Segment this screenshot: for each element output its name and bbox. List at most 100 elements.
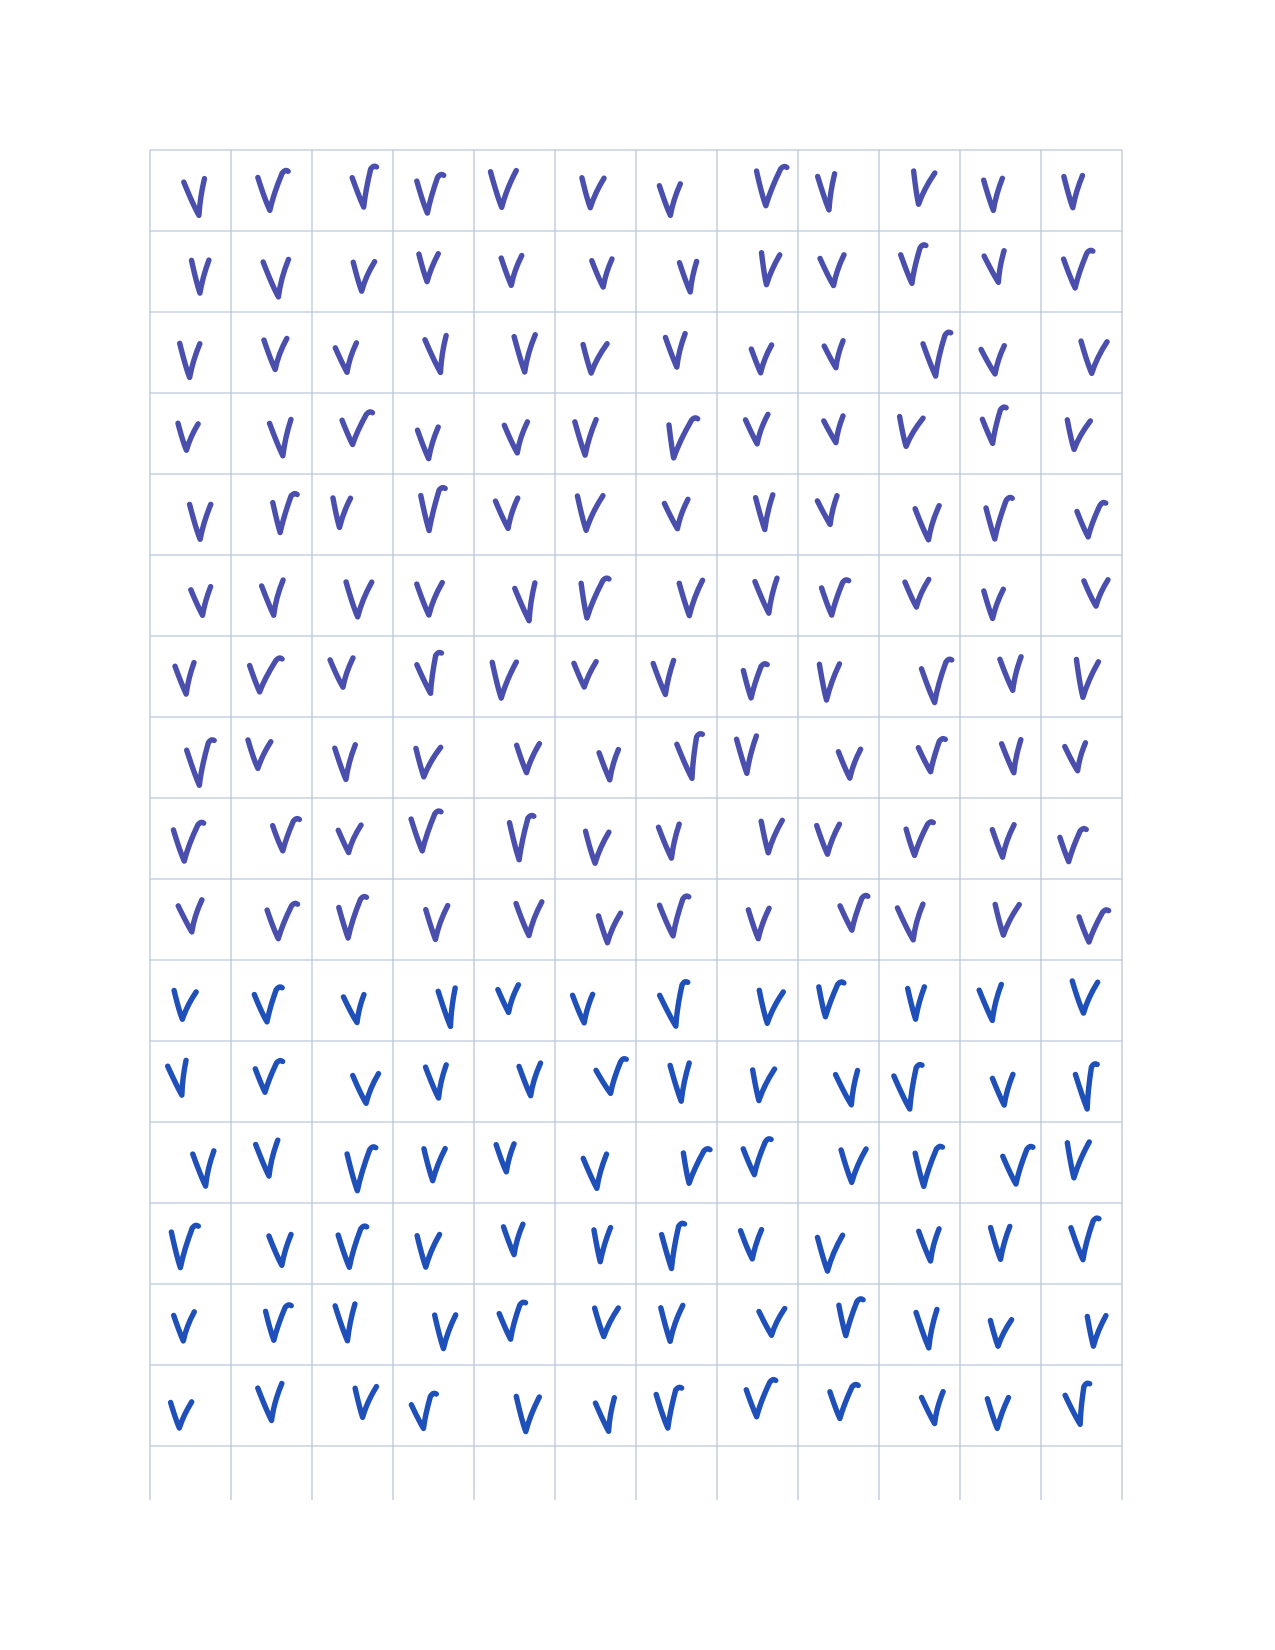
check-mark-icon [666, 415, 701, 461]
check-mark-icon [816, 661, 843, 703]
check-mark-icon [489, 659, 520, 701]
check-mark-icon [270, 490, 300, 536]
check-mark-icon [569, 991, 596, 1026]
check-mark-icon [742, 411, 771, 447]
check-mark-icon [837, 892, 871, 933]
check-mark-icon [817, 252, 847, 289]
check-mark-icon [264, 900, 301, 942]
check-mark-icon [676, 258, 700, 295]
check-mark-icon [737, 1226, 765, 1262]
check-mark-icon [912, 502, 942, 543]
check-mark-icon [656, 979, 691, 1029]
check-mark-icon [596, 746, 622, 783]
check-mark-icon [1076, 907, 1112, 945]
check-mark-icon [332, 742, 359, 783]
check-mark-icon [422, 1062, 449, 1101]
check-mark-icon [989, 822, 1017, 860]
check-mark-icon [983, 494, 1015, 542]
check-mark-icon [352, 1383, 380, 1421]
check-mark-icon [516, 1060, 544, 1099]
check-mark-icon [756, 1305, 788, 1338]
check-mark-icon [258, 577, 286, 618]
check-mark-icon [813, 821, 843, 857]
check-mark-icon [498, 252, 525, 289]
check-mark-icon [653, 1384, 685, 1431]
check-mark-icon [733, 733, 760, 777]
check-mark-icon [896, 413, 926, 450]
check-mark-icon [902, 576, 932, 610]
check-mark-icon [332, 340, 360, 376]
check-mark-icon [650, 657, 677, 698]
check-mark-icon [188, 583, 214, 619]
check-mark-icon [987, 1223, 1013, 1263]
check-mark-icon [748, 342, 775, 376]
check-mark-icon [435, 985, 458, 1030]
check-mark-icon [175, 420, 201, 453]
check-mark-icon [493, 1141, 517, 1175]
check-mark-icon [916, 1226, 942, 1264]
check-mark-icon [979, 404, 1009, 447]
check-mark-icon [1073, 656, 1102, 701]
check-mark-icon [591, 1224, 614, 1265]
check-mark-icon [592, 1394, 618, 1434]
check-mark-icon [255, 167, 291, 213]
check-mark-icon [997, 654, 1024, 693]
check-mark-icon [920, 329, 954, 379]
check-mark-icon [408, 1390, 439, 1432]
check-mark-icon [981, 586, 1007, 622]
check-mark-icon [749, 1066, 778, 1104]
check-mark-icon [676, 577, 706, 619]
check-mark-icon [894, 901, 926, 943]
check-mark-icon [246, 655, 285, 695]
check-mark-icon [836, 1296, 866, 1339]
check-mark-icon [1062, 1380, 1093, 1428]
check-mark-icon [910, 168, 938, 207]
check-mark-icon [186, 501, 214, 543]
check-mark-icon [579, 175, 607, 211]
check-mark-icon [658, 1220, 688, 1272]
check-mark-icon [918, 656, 955, 706]
check-mark-icon [574, 492, 606, 534]
check-mark-icon [1081, 577, 1111, 609]
check-mark-icon [255, 1380, 285, 1424]
check-mark-icon [252, 1057, 286, 1095]
check-mark-icon [589, 256, 615, 290]
check-mark-icon [1084, 1312, 1109, 1349]
check-mark-icon [171, 987, 199, 1022]
check-mark-icon [167, 1399, 195, 1431]
check-mark-icon [164, 1057, 189, 1098]
check-mark-icon [980, 175, 1006, 214]
check-mark-icon [414, 1231, 443, 1270]
check-mark-icon [978, 342, 1007, 377]
check-mark-icon [414, 424, 441, 462]
check-mark-icon [513, 740, 543, 776]
check-mark-icon [1074, 499, 1109, 540]
check-mark-icon [838, 1146, 869, 1186]
check-mark-icon [349, 163, 380, 210]
check-mark-icon [752, 492, 776, 533]
check-mark-icon [418, 485, 448, 534]
check-mark-icon [913, 1306, 940, 1351]
check-mark-icon [740, 661, 770, 701]
check-mark-icon [408, 808, 444, 854]
check-mark-icon [340, 991, 367, 1026]
check-mark-icon [976, 981, 1004, 1024]
check-mark-grid [149, 149, 1123, 1500]
check-mark-icon [582, 828, 612, 866]
check-mark-icon [511, 332, 538, 375]
check-mark-icon [339, 409, 376, 448]
check-mark-icon [336, 893, 370, 941]
check-mark-icon [1078, 338, 1110, 377]
check-mark-icon [814, 171, 838, 213]
check-mark-icon [903, 819, 937, 859]
check-mark-icon [1069, 978, 1101, 1016]
check-mark-icon [827, 1381, 861, 1422]
check-mark-icon [414, 649, 445, 696]
check-mark-icon [835, 746, 864, 781]
check-mark-icon [912, 1143, 946, 1190]
check-mark-icon [989, 1071, 1016, 1108]
check-mark-icon [421, 1145, 448, 1184]
check-mark-icon [327, 655, 356, 690]
check-mark-icon [184, 737, 217, 788]
check-mark-icon [656, 181, 684, 219]
